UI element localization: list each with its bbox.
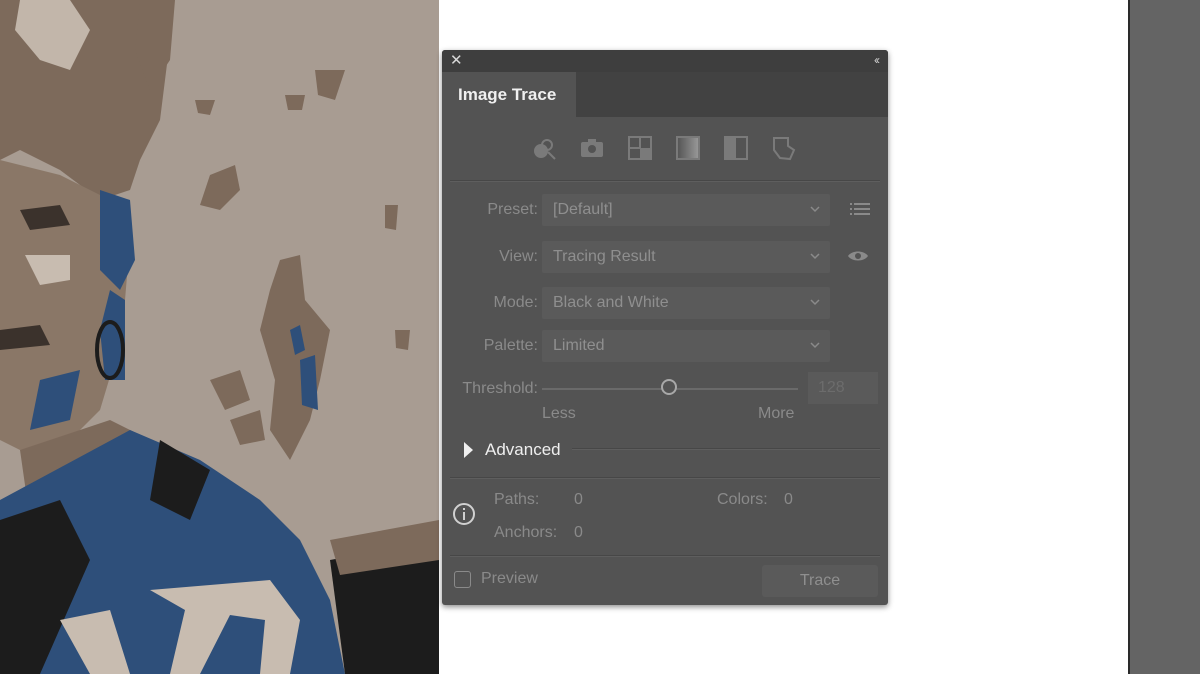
close-icon[interactable]: ✕: [450, 53, 463, 69]
advanced-label: Advanced: [485, 440, 561, 459]
chevron-down-icon: [810, 206, 820, 213]
panel-titlebar[interactable]: ✕ ‹‹: [442, 50, 888, 72]
panel-tabstrip: Image Trace: [442, 72, 888, 117]
palette-dropdown[interactable]: Limited: [542, 330, 830, 362]
colors-value: 0: [784, 491, 793, 508]
black-and-white-icon[interactable]: [722, 134, 750, 162]
grayscale-icon[interactable]: [674, 134, 702, 162]
preset-value: [Default]: [553, 201, 613, 218]
threshold-input[interactable]: [808, 372, 878, 404]
mode-label: Mode:: [493, 294, 538, 311]
view-value: Tracing Result: [553, 248, 656, 265]
manage-presets-menu-icon[interactable]: [850, 201, 870, 217]
outline-icon[interactable]: [770, 134, 798, 162]
palette-value: Limited: [553, 337, 605, 354]
trace-button[interactable]: Trace: [762, 565, 878, 597]
view-dropdown[interactable]: Tracing Result: [542, 241, 830, 273]
preview-checkbox[interactable]: [454, 571, 471, 588]
traced-artwork-image[interactable]: [0, 0, 439, 674]
palette-label: Palette:: [483, 337, 538, 354]
info-icon: [453, 503, 475, 525]
preset-label: Preset:: [487, 201, 538, 218]
low-color-icon[interactable]: [626, 134, 654, 162]
threshold-less-label: Less: [542, 405, 576, 422]
image-trace-panel: ✕ ‹‹ Image Trace Preset: [Default] View:…: [442, 50, 888, 605]
anchors-label: Anchors:: [494, 524, 558, 541]
threshold-slider-knob[interactable]: [661, 379, 677, 395]
paths-value: 0: [574, 491, 583, 508]
disclosure-triangle-icon: [464, 442, 473, 458]
chevron-down-icon: [810, 299, 820, 306]
threshold-more-label: More: [758, 405, 795, 422]
mode-value: Black and White: [553, 294, 669, 311]
anchors-value: 0: [574, 524, 583, 541]
preview-label: Preview: [481, 570, 538, 587]
threshold-label: Threshold:: [462, 380, 538, 397]
view-label: View:: [499, 248, 538, 265]
right-dock-pane: [1128, 0, 1200, 674]
divider: [450, 180, 880, 182]
eye-icon[interactable]: [847, 249, 869, 263]
mode-dropdown[interactable]: Black and White: [542, 287, 830, 319]
collapse-panel-icon[interactable]: ‹‹: [874, 53, 880, 67]
colors-label: Colors:: [717, 491, 768, 508]
tab-image-trace[interactable]: Image Trace: [442, 72, 576, 117]
chevron-down-icon: [810, 342, 820, 349]
chevron-down-icon: [810, 253, 820, 260]
auto-color-icon[interactable]: [530, 134, 558, 162]
paths-label: Paths:: [494, 491, 540, 508]
high-color-camera-icon[interactable]: [578, 134, 606, 162]
divider: [450, 555, 880, 557]
preset-dropdown[interactable]: [Default]: [542, 194, 830, 226]
divider: [450, 477, 880, 479]
divider: [572, 448, 880, 450]
